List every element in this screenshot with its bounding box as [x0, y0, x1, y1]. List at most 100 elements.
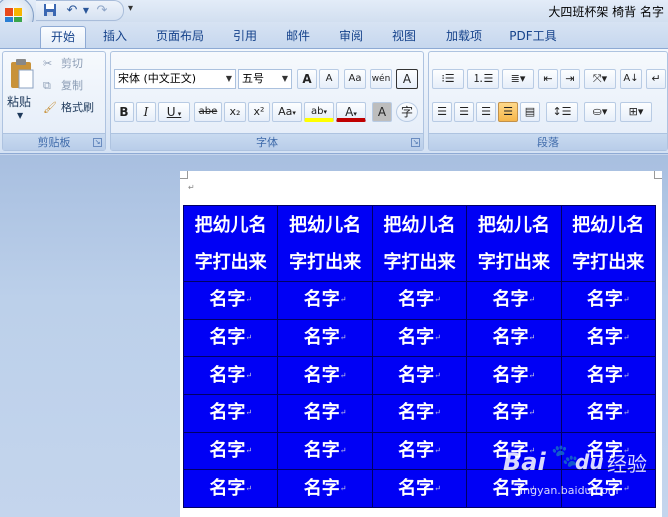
font-size-select[interactable]: 五号 ▼: [238, 69, 292, 89]
borders-button[interactable]: ⊞▾: [620, 102, 652, 122]
table-cell[interactable]: 名字↵: [371, 469, 468, 509]
table-cell[interactable]: 名字↵: [371, 394, 468, 433]
line-spacing-button[interactable]: ↕☰: [546, 102, 578, 122]
cell-end-mark-icon: ↵: [434, 408, 441, 418]
paste-button[interactable]: 粘贴 ▼: [7, 56, 37, 120]
tab-mailings[interactable]: 邮件: [279, 26, 317, 48]
strikethrough-button[interactable]: abe: [194, 102, 222, 122]
shrink-font-button[interactable]: A: [319, 69, 339, 89]
table-cell[interactable]: 名字↵: [277, 394, 373, 433]
align-right-button[interactable]: ☰: [476, 102, 496, 122]
subscript-button[interactable]: x₂: [224, 102, 246, 122]
justify-button[interactable]: ☰: [498, 102, 518, 122]
tab-references[interactable]: 引用: [226, 26, 264, 48]
tab-review[interactable]: 审阅: [332, 26, 370, 48]
align-left-icon: ☰: [437, 105, 447, 118]
window-title: 大四班杯架 椅背 名字: [548, 5, 664, 19]
cell-end-mark-icon: ↵: [245, 408, 253, 418]
tab-page-layout[interactable]: 页面布局: [148, 26, 212, 48]
redo-icon[interactable]: ↷: [94, 3, 110, 19]
table-cell[interactable]: 名字↵: [371, 281, 468, 320]
table-header-cell[interactable]: 把幼儿名 字打出来: [371, 205, 468, 282]
cell-end-mark-icon: ↵: [245, 295, 253, 305]
sort-button[interactable]: A↓: [620, 69, 642, 89]
font-launcher-icon[interactable]: ↘: [411, 138, 420, 147]
table-cell[interactable]: 名字↵: [182, 431, 279, 471]
table-cell[interactable]: 名字↵: [560, 318, 657, 358]
show-marks-button[interactable]: ↵: [646, 69, 666, 89]
underline-icon: U: [166, 105, 176, 119]
table-row: 名字↵ 名字↵ 名字↵ 名字↵ 名字↵: [182, 394, 657, 433]
distribute-button[interactable]: ▤: [520, 102, 540, 122]
table-cell[interactable]: 名字↵: [182, 281, 279, 320]
customize-qat-icon[interactable]: ▾: [128, 3, 133, 14]
table-cell[interactable]: 名字↵: [277, 356, 373, 396]
tab-home[interactable]: 开始: [40, 26, 86, 48]
table-cell[interactable]: 名字↵: [182, 469, 279, 509]
grow-font-button[interactable]: A: [297, 69, 317, 89]
tab-addins[interactable]: 加载项: [438, 26, 490, 48]
table-cell[interactable]: 名字↵: [560, 281, 657, 320]
superscript-button[interactable]: x²: [248, 102, 270, 122]
character-shading-button[interactable]: A: [372, 102, 392, 122]
character-border-button[interactable]: A: [396, 69, 418, 89]
table-cell[interactable]: 名字↵: [182, 356, 279, 396]
paragraph-mark-icon: ↵: [651, 72, 661, 85]
bullets-button[interactable]: ⁝☰: [432, 69, 464, 89]
header-line-1: 把幼儿名: [477, 214, 550, 236]
table-cell[interactable]: 名字↵: [182, 318, 279, 358]
save-icon[interactable]: [42, 3, 58, 19]
underline-button[interactable]: U ▾: [158, 102, 190, 122]
multilevel-list-button[interactable]: ≣▾: [502, 69, 534, 89]
align-center-button[interactable]: ☰: [454, 102, 474, 122]
table-cell[interactable]: 名字↵: [466, 318, 562, 358]
table-cell[interactable]: 名字↵: [182, 394, 279, 433]
cell-end-mark-icon: ↵: [339, 446, 347, 456]
bold-icon: B: [119, 105, 129, 119]
numbering-button[interactable]: ⒈☰: [467, 69, 499, 89]
table-cell[interactable]: 名字↵: [560, 356, 657, 396]
paragraph-group-label: 段落: [429, 133, 667, 150]
clear-formatting-button[interactable]: Aa: [344, 69, 366, 89]
enclose-characters-button[interactable]: 字: [396, 102, 418, 122]
header-line-1: 把幼儿名: [194, 214, 267, 236]
table-cell[interactable]: 名字↵: [277, 431, 373, 471]
cell-end-mark-icon: ↵: [528, 370, 536, 380]
table-cell[interactable]: 名字↵: [560, 394, 657, 433]
highlight-button[interactable]: ab▾: [304, 102, 334, 122]
table-cell[interactable]: 名字↵: [277, 281, 373, 320]
tab-pdf-tools[interactable]: PDF工具: [502, 26, 564, 48]
decrease-indent-button[interactable]: ⇤: [538, 69, 558, 89]
italic-button[interactable]: I: [136, 102, 156, 122]
table-cell[interactable]: 名字↵: [466, 394, 562, 433]
clipboard-launcher-icon[interactable]: ↘: [93, 138, 102, 147]
table-cell[interactable]: 名字↵: [466, 281, 562, 320]
change-case-button[interactable]: Aa▾: [272, 102, 302, 122]
table-header-cell[interactable]: 把幼儿名 字打出来: [560, 205, 657, 282]
table-cell[interactable]: 名字↵: [371, 431, 468, 471]
table-cell[interactable]: 名字↵: [277, 318, 373, 358]
tab-insert[interactable]: 插入: [96, 26, 134, 48]
chinese-layout-button[interactable]: ⤧▾: [584, 69, 616, 89]
table-cell[interactable]: 名字↵: [277, 469, 373, 509]
font-color-button[interactable]: A▾: [336, 102, 366, 122]
title-bar: ↶ ▼ ↷ ▾ 大四班杯架 椅背 名字: [0, 0, 668, 36]
change-case-dropdown-icon: ▾: [292, 109, 296, 117]
table-header-cell[interactable]: 把幼儿名 字打出来: [466, 205, 562, 282]
cell-text: 名字: [398, 402, 435, 424]
align-left-button[interactable]: ☰: [432, 102, 452, 122]
font-name-select[interactable]: 宋体 (中文正文) ▼: [114, 69, 236, 89]
table-cell[interactable]: 名字↵: [466, 356, 562, 396]
phonetic-guide-button[interactable]: wén: [370, 69, 392, 89]
table-cell[interactable]: 名字↵: [371, 356, 468, 396]
increase-indent-button[interactable]: ⇥: [560, 69, 580, 89]
table-header-cell[interactable]: 把幼儿名 字打出来: [277, 205, 373, 282]
header-line-2: 字打出来: [477, 251, 550, 273]
paste-dropdown-icon[interactable]: ▼: [17, 108, 23, 124]
table-cell[interactable]: 名字↵: [371, 318, 468, 358]
tab-view[interactable]: 视图: [385, 26, 423, 48]
shading-button[interactable]: ⛀▾: [584, 102, 616, 122]
table-header-cell[interactable]: 把幼儿名 字打出来: [182, 205, 279, 282]
bold-button[interactable]: B: [114, 102, 134, 122]
undo-dropdown-icon[interactable]: ▼: [78, 3, 94, 19]
